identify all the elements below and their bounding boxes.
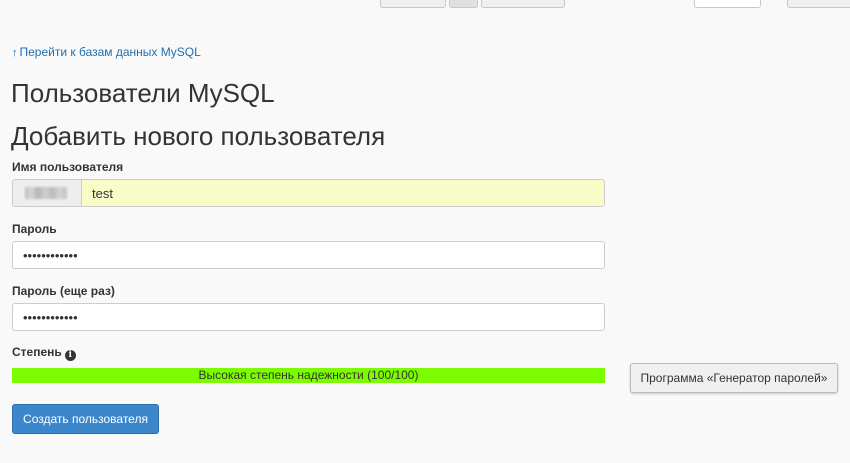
password-repeat-input[interactable] (12, 303, 605, 331)
top-toolbar-remnant (0, 0, 850, 12)
password-input[interactable] (12, 241, 605, 269)
strength-label-row: Степень i (12, 345, 76, 361)
toolbar-button[interactable] (380, 0, 446, 8)
strength-meter-text: Высокая степень надежности (100/100) (198, 368, 419, 382)
username-input[interactable] (81, 179, 605, 207)
toolbar-button[interactable] (787, 0, 850, 8)
password-label: Пароль (12, 222, 57, 236)
username-input-group (12, 179, 605, 207)
password-strength-meter: Высокая степень надежности (100/100) (12, 368, 605, 383)
password-generator-button[interactable]: Программа «Генератор паролей» (630, 363, 838, 393)
username-label: Имя пользователя (12, 160, 124, 174)
username-prefix-redacted (25, 187, 67, 199)
back-link-label: Перейти к базам данных MySQL (19, 45, 201, 59)
toolbar-button[interactable] (481, 0, 565, 8)
toolbar-input[interactable] (694, 0, 761, 8)
info-icon[interactable]: i (64, 350, 76, 361)
strength-label: Степень (12, 345, 62, 359)
section-title: Добавить нового пользователя (11, 121, 386, 151)
page-title: Пользователи MySQL (11, 78, 275, 108)
arrow-up-icon: ↑ (12, 47, 18, 59)
username-prefix-addon (12, 179, 81, 207)
back-to-databases-link[interactable]: ↑ Перейти к базам данных MySQL (12, 45, 201, 59)
password-repeat-label: Пароль (еще раз) (12, 284, 115, 298)
toolbar-button[interactable] (449, 0, 478, 8)
create-user-button[interactable]: Создать пользователя (12, 404, 159, 434)
